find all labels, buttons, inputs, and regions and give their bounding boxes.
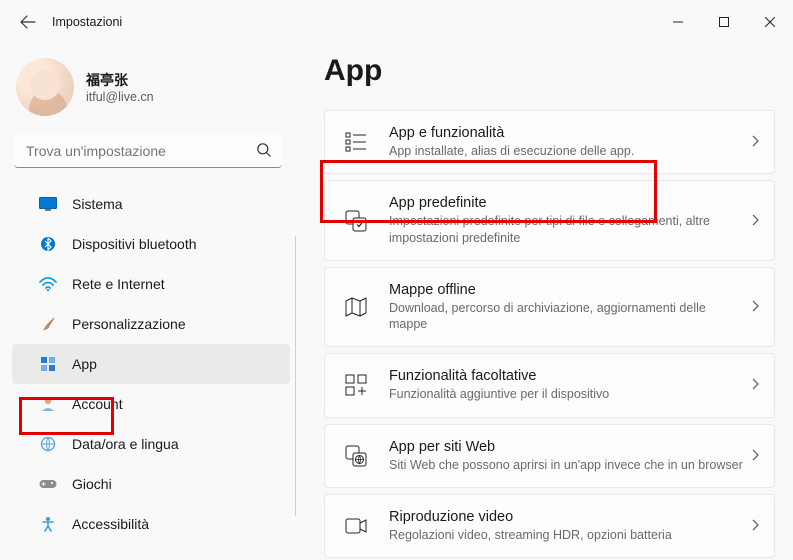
maximize-icon: [719, 17, 729, 27]
chevron-right-icon: [752, 448, 760, 464]
card-title: Mappe offline: [389, 282, 744, 298]
search-input[interactable]: [14, 134, 282, 168]
card-app-predefinite[interactable]: App predefinite Impostazioni predefinite…: [324, 180, 775, 261]
sidebar-item-label: Sistema: [72, 196, 123, 212]
card-app-funzionalita[interactable]: App e funzionalità App installate, alias…: [324, 110, 775, 174]
sidebar-item-label: Data/ora e lingua: [72, 436, 179, 452]
sidebar-nav: Sistema Dispositivi bluetooth Rete e Int…: [0, 184, 296, 544]
close-button[interactable]: [747, 7, 793, 37]
chevron-right-icon: [752, 299, 760, 315]
card-title: Riproduzione video: [389, 509, 744, 525]
search-box: [14, 134, 282, 168]
video-icon: [341, 518, 371, 534]
card-subtitle: App installate, alias di esecuzione dell…: [389, 143, 744, 159]
gamepad-icon: [38, 478, 58, 490]
sidebar-item-app[interactable]: App: [12, 344, 290, 384]
sidebar-item-personalizzazione[interactable]: Personalizzazione: [12, 304, 290, 344]
sidebar-item-label: Dispositivi bluetooth: [72, 236, 197, 252]
bluetooth-icon: [38, 236, 58, 252]
search-icon: [256, 142, 272, 161]
window-controls: [655, 7, 793, 37]
card-title: App e funzionalità: [389, 125, 744, 141]
card-subtitle: Funzionalità aggiuntive per il dispositi…: [389, 386, 744, 402]
card-mappe-offline[interactable]: Mappe offline Download, percorso di arch…: [324, 267, 775, 348]
back-button[interactable]: [14, 8, 42, 36]
card-title: App per siti Web: [389, 439, 744, 455]
user-profile[interactable]: 福亭张 itful@live.cn: [0, 50, 296, 134]
sidebar-item-label: Personalizzazione: [72, 316, 186, 332]
sidebar-item-accessibilita[interactable]: Accessibilità: [12, 504, 290, 544]
page-heading: App: [324, 54, 775, 88]
card-funzionalita-facoltative[interactable]: Funzionalità facoltative Funzionalità ag…: [324, 353, 775, 417]
chevron-right-icon: [752, 377, 760, 393]
user-display-name: 福亭张: [86, 70, 154, 90]
monitor-icon: [38, 197, 58, 211]
defaults-icon: [341, 210, 371, 232]
list-icon: [341, 132, 371, 152]
sidebar-item-label: Accessibilità: [72, 516, 149, 532]
accessibility-icon: [38, 516, 58, 532]
card-subtitle: Siti Web che possono aprirsi in un'app i…: [389, 457, 744, 473]
window-title: Impostazioni: [52, 15, 122, 29]
close-icon: [765, 17, 775, 27]
apps-icon: [38, 356, 58, 372]
avatar: [16, 58, 74, 116]
sidebar-item-account[interactable]: Account: [12, 384, 290, 424]
card-title: Funzionalità facoltative: [389, 368, 744, 384]
brush-icon: [38, 316, 58, 332]
card-subtitle: Regolazioni video, streaming HDR, opzion…: [389, 527, 744, 543]
wifi-icon: [38, 277, 58, 291]
user-email: itful@live.cn: [86, 90, 154, 104]
sidebar-item-rete[interactable]: Rete e Internet: [12, 264, 290, 304]
chevron-right-icon: [752, 518, 760, 534]
sidebar-item-label: Giochi: [72, 476, 112, 492]
maximize-button[interactable]: [701, 7, 747, 37]
chevron-right-icon: [752, 213, 760, 229]
person-icon: [38, 396, 58, 412]
sidebar-item-sistema[interactable]: Sistema: [12, 184, 290, 224]
add-feature-icon: [341, 374, 371, 396]
sidebar-item-dataora[interactable]: Data/ora e lingua: [12, 424, 290, 464]
chevron-right-icon: [752, 134, 760, 150]
globe-clock-icon: [38, 436, 58, 452]
sidebar-item-label: App: [72, 356, 97, 372]
card-riproduzione-video[interactable]: Riproduzione video Regolazioni video, st…: [324, 494, 775, 558]
minimize-icon: [673, 17, 683, 27]
sidebar-item-giochi[interactable]: Giochi: [12, 464, 290, 504]
card-title: App predefinite: [389, 195, 744, 211]
minimize-button[interactable]: [655, 7, 701, 37]
card-subtitle: Impostazioni predefinite per tipi di fil…: [389, 213, 744, 246]
card-subtitle: Download, percorso di archiviazione, agg…: [389, 300, 744, 333]
sidebar-item-label: Account: [72, 396, 123, 412]
sidebar: 福亭张 itful@live.cn Sistema Dispositivi bl…: [0, 44, 296, 560]
sidebar-item-label: Rete e Internet: [72, 276, 165, 292]
map-icon: [341, 297, 371, 317]
card-app-siti-web[interactable]: App per siti Web Siti Web che possono ap…: [324, 424, 775, 488]
main-content: App App e funzionalità App installate, a…: [296, 44, 793, 560]
titlebar: Impostazioni: [0, 0, 793, 44]
sidebar-item-bluetooth[interactable]: Dispositivi bluetooth: [12, 224, 290, 264]
webapps-icon: [341, 445, 371, 467]
arrow-left-icon: [20, 14, 36, 30]
